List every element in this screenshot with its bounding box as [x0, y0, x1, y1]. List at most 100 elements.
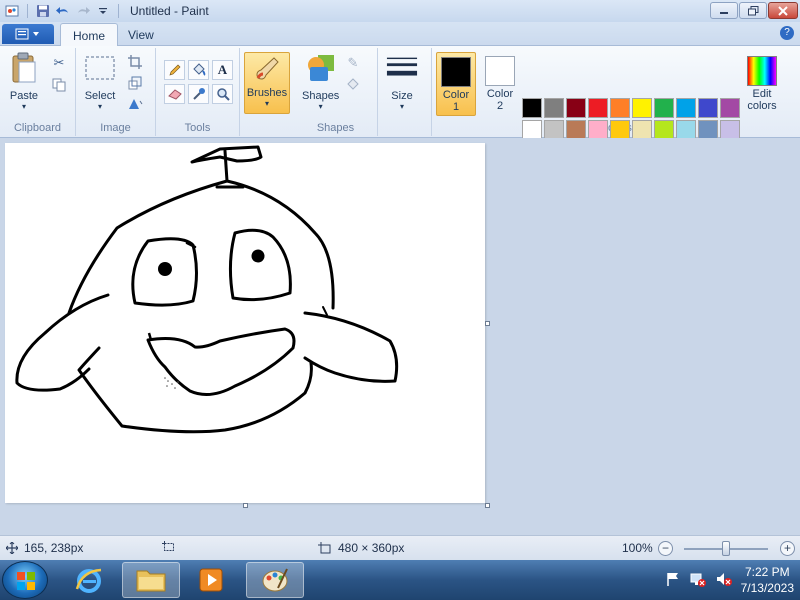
internet-explorer-icon	[75, 568, 102, 593]
color-picker-tool[interactable]	[188, 84, 209, 104]
selection-size-icon	[162, 541, 174, 551]
status-bar: 165, 238px 480 × 360px 100% − +	[0, 535, 800, 560]
shapes-dropdown-icon: ▾	[318, 102, 323, 111]
taskbar-paint[interactable]	[246, 562, 304, 598]
customize-qat-icon[interactable]	[95, 3, 111, 19]
redo-icon[interactable]	[75, 3, 91, 19]
zoom-in-button[interactable]: +	[780, 541, 795, 556]
taskbar-media-player[interactable]	[182, 562, 240, 598]
start-button[interactable]	[2, 561, 48, 599]
zoom-slider-thumb[interactable]	[722, 541, 730, 556]
cut-icon[interactable]: ✂	[50, 54, 68, 72]
palette-swatch[interactable]	[522, 98, 542, 118]
eraser-tool[interactable]	[164, 84, 185, 104]
undo-icon[interactable]	[55, 3, 71, 19]
tab-home[interactable]: Home	[60, 23, 119, 46]
palette-swatch[interactable]	[676, 98, 696, 118]
palette-swatch[interactable]	[698, 98, 718, 118]
resize-icon[interactable]	[126, 74, 144, 92]
brushes-dropdown-icon: ▾	[264, 99, 269, 108]
copy-icon[interactable]	[50, 76, 68, 94]
qat-separator	[118, 4, 119, 18]
pencil-tool[interactable]	[164, 60, 185, 80]
color1-button[interactable]: Color 1	[436, 52, 476, 116]
canvas-resize-handle-right[interactable]	[485, 321, 490, 326]
color2-swatch	[485, 56, 515, 86]
paste-button[interactable]: Paste ▾	[8, 52, 40, 111]
palette-swatch[interactable]	[610, 120, 630, 140]
color2-label-line2: 2	[496, 100, 504, 112]
text-tool-icon[interactable]: A	[212, 60, 233, 80]
clock[interactable]: 7:22 PM 7/13/2023	[741, 564, 794, 596]
palette-swatch[interactable]	[632, 98, 652, 118]
close-button[interactable]	[768, 2, 798, 19]
help-icon[interactable]: ?	[780, 26, 794, 40]
canvas-resize-handle-bottom[interactable]	[243, 503, 248, 508]
media-player-icon	[199, 568, 223, 592]
shape-outline-icon[interactable]: ✎	[344, 54, 362, 72]
edit-colors-label-line2: colors	[747, 100, 777, 112]
save-icon[interactable]	[35, 3, 51, 19]
paste-label: Paste	[9, 90, 39, 102]
restore-button[interactable]	[739, 2, 767, 19]
palette-swatch[interactable]	[632, 120, 652, 140]
fill-bucket-icon	[192, 63, 205, 76]
shapes-button[interactable]: Shapes ▾	[302, 52, 339, 111]
palette-swatch[interactable]	[610, 98, 630, 118]
rotate-icon[interactable]	[126, 95, 144, 113]
canvas-size-status: 480 × 360px	[318, 541, 404, 555]
clipboard-group-label: Clipboard	[13, 122, 62, 134]
brushes-icon	[251, 53, 283, 85]
tab-view[interactable]: View	[116, 23, 166, 46]
palette-swatch[interactable]	[544, 120, 564, 140]
network-icon[interactable]	[689, 571, 707, 590]
palette-swatch[interactable]	[698, 120, 718, 140]
taskbar-internet-explorer[interactable]	[60, 562, 118, 598]
palette-swatch[interactable]	[588, 120, 608, 140]
drawing-canvas[interactable]	[5, 143, 485, 503]
size-button[interactable]: Size ▾	[386, 52, 418, 111]
size-label: Size	[391, 90, 413, 102]
minimize-button[interactable]	[710, 2, 738, 19]
zoom-out-button[interactable]: −	[658, 541, 673, 556]
paint-taskbar-icon	[262, 568, 288, 592]
edit-colors-label-line1: Edit	[752, 88, 772, 100]
image-group-label: Image	[100, 122, 131, 134]
paint-app-icon[interactable]	[4, 3, 20, 19]
canvas-size: 480 × 360px	[338, 541, 405, 555]
taskbar-file-explorer[interactable]	[122, 562, 180, 598]
magnifier-tool[interactable]	[212, 84, 233, 104]
palette-swatch[interactable]	[566, 98, 586, 118]
palette-swatch[interactable]	[676, 120, 696, 140]
palette-swatch[interactable]	[566, 120, 586, 140]
system-tray: 7:22 PM 7/13/2023	[665, 560, 794, 600]
tools-group: A Tools	[156, 48, 240, 136]
select-icon	[84, 52, 116, 84]
cursor-position-status: 165, 238px	[6, 541, 83, 555]
action-center-flag-icon[interactable]	[665, 571, 681, 590]
palette-swatch[interactable]	[544, 98, 564, 118]
select-button[interactable]: Select ▾	[84, 52, 116, 111]
palette-swatch[interactable]	[720, 98, 740, 118]
shape-fill-icon[interactable]	[344, 76, 362, 94]
palette-swatch[interactable]	[720, 120, 740, 140]
palette-swatch[interactable]	[654, 120, 674, 140]
canvas-workspace[interactable]	[0, 138, 800, 535]
shapes-group: Shapes ▾ ✎ Shapes	[294, 48, 378, 136]
image-group: Select ▾ Image	[76, 48, 156, 136]
edit-colors-button[interactable]: Edit colors	[742, 52, 782, 116]
color2-button[interactable]: Color 2	[480, 52, 520, 116]
crop-icon[interactable]	[126, 53, 144, 71]
palette-swatch[interactable]	[588, 98, 608, 118]
palette-swatch[interactable]	[522, 120, 542, 140]
eraser-icon	[167, 89, 182, 100]
palette-swatch[interactable]	[654, 98, 674, 118]
paint-menu-button[interactable]	[2, 24, 54, 44]
canvas-resize-handle-corner[interactable]	[485, 503, 490, 508]
ribbon-home: Paste ▾ ✂ Clipboard Select ▾ Image A Too…	[0, 46, 800, 162]
brushes-button[interactable]: Brushes ▾	[244, 52, 290, 114]
qat-separator	[27, 4, 28, 18]
volume-muted-icon[interactable]	[715, 571, 733, 590]
window-title: Untitled - Paint	[130, 4, 209, 18]
fill-tool[interactable]	[188, 60, 209, 80]
